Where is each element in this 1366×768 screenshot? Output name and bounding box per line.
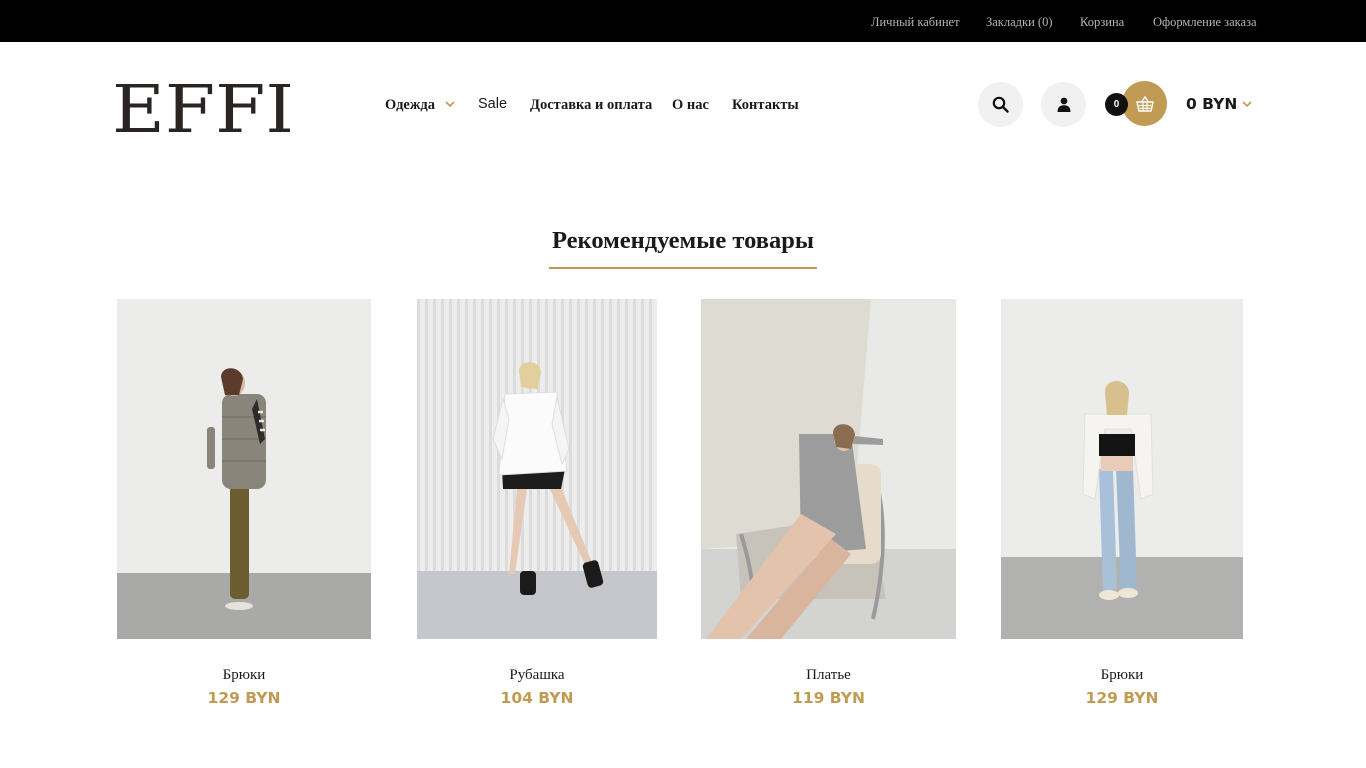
section-title: Рекомендуемые товары xyxy=(552,227,814,254)
product-name[interactable]: Рубашка xyxy=(417,667,657,684)
cart-total[interactable]: 0 BYN xyxy=(1186,95,1237,113)
product-name[interactable]: Платье xyxy=(701,667,956,684)
nav-delivery[interactable]: Доставка и оплата xyxy=(530,97,652,114)
cart-button[interactable] xyxy=(1122,81,1167,126)
cart-link[interactable]: Корзина xyxy=(1080,15,1124,30)
logo-text: EFFI xyxy=(112,84,294,134)
product-image[interactable] xyxy=(701,299,956,639)
product-price: 129 BYN xyxy=(1085,689,1159,707)
bookmarks-link[interactable]: Закладки (0) xyxy=(986,15,1053,30)
product-name[interactable]: Брюки xyxy=(1001,667,1243,684)
nav-clothing[interactable]: Одежда xyxy=(385,97,435,114)
search-button[interactable] xyxy=(978,82,1023,127)
nav-about[interactable]: О нас xyxy=(672,97,709,114)
product-name[interactable]: Брюки xyxy=(117,667,371,684)
search-icon xyxy=(992,96,1009,113)
nav-sale[interactable]: Sale xyxy=(478,96,507,112)
account-link[interactable]: Личный кабинет xyxy=(871,15,960,30)
account-button[interactable] xyxy=(1041,82,1086,127)
nav-contacts[interactable]: Контакты xyxy=(732,97,799,114)
product-image[interactable] xyxy=(117,299,371,639)
basket-icon xyxy=(1135,95,1154,112)
product-image[interactable] xyxy=(417,299,657,639)
chevron-down-icon[interactable] xyxy=(445,101,455,108)
title-underline xyxy=(549,267,817,269)
product-image[interactable] xyxy=(1001,299,1243,639)
logo[interactable]: EFFI xyxy=(112,84,296,134)
cart-count-badge: 0 xyxy=(1105,93,1128,116)
checkout-link[interactable]: Оформление заказа xyxy=(1153,15,1257,30)
product-price: 129 BYN xyxy=(207,689,281,707)
top-bar: Личный кабинет Закладки (0) Корзина Офор… xyxy=(0,0,1366,42)
user-icon xyxy=(1057,97,1070,112)
product-price: 104 BYN xyxy=(500,689,574,707)
chevron-down-icon[interactable] xyxy=(1242,101,1252,108)
product-price: 119 BYN xyxy=(792,689,865,707)
